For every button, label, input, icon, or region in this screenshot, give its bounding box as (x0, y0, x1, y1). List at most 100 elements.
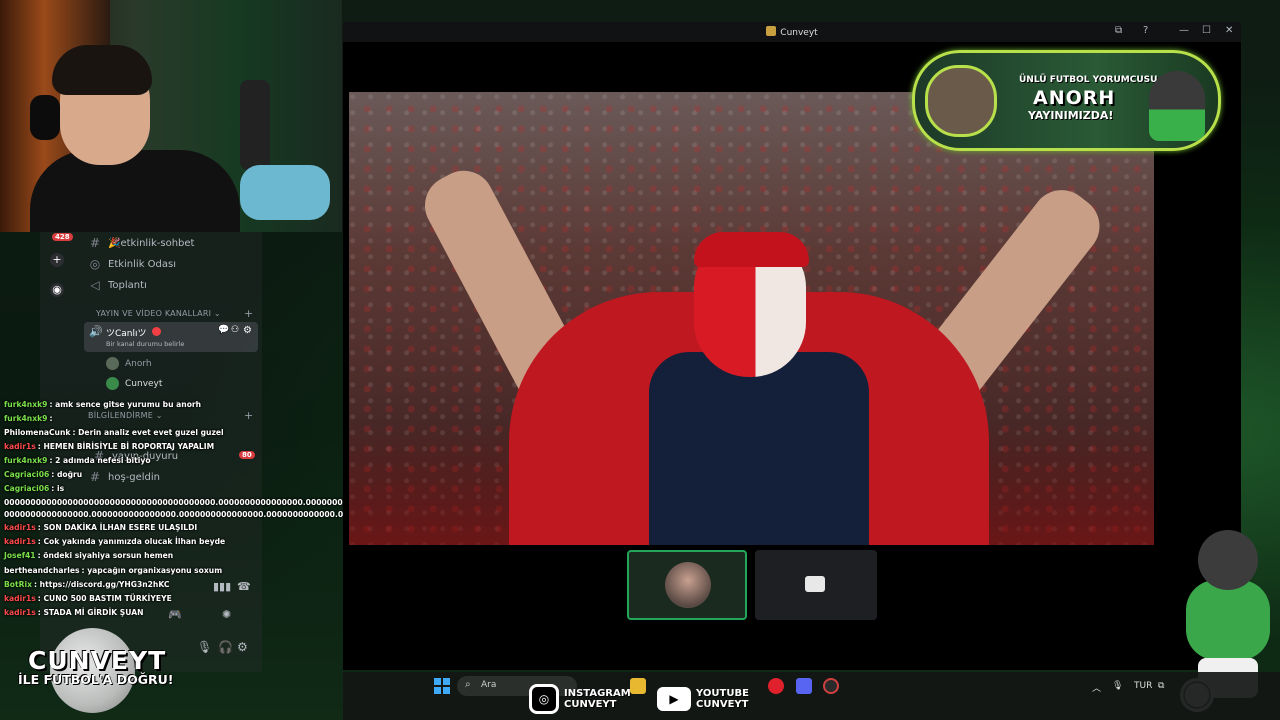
webcam-person-hair (52, 45, 152, 95)
brand-title: CUNVEYT (28, 646, 167, 675)
chat-message: kadir1s: HEMEN BİRİSİYLE Bİ ROPORTAJ YAP… (4, 442, 215, 451)
category-stream-channels[interactable]: YAYIN VE VİDEO KANALLARI ⌄ (96, 309, 221, 318)
gorilla-mascot-icon (1149, 71, 1205, 141)
headphones-icon[interactable]: 🎧 (218, 640, 233, 654)
window-title: Cunveyt (343, 26, 1241, 38)
channel-status-hint[interactable]: Bir kanal durumu belirle (106, 340, 184, 348)
instagram-label: INSTAGRAM CUNVEYT (564, 688, 631, 710)
category-label: YAYIN VE VİDEO KANALLARI (96, 309, 212, 318)
search-icon: ⌕ (465, 679, 471, 690)
add-user-icon[interactable]: ⚇ (231, 325, 239, 335)
avatar (665, 562, 711, 608)
chat-message: kadir1s: CUNO 500 BASTIM TÜRKİYEYE (4, 594, 172, 603)
webcam-pillow (240, 165, 330, 220)
channel-etkinlik-odasi[interactable]: ◎ Etkinlik Odası (88, 255, 176, 273)
chat-message: furk4nxk9: (4, 414, 53, 423)
avatar (106, 357, 119, 370)
promo-line1: ÜNLÜ FUTBOL YORUMCUSU (1019, 75, 1158, 85)
chat-message: Josef41: öndeki siyahiya sorsun hemen (4, 551, 174, 560)
guest-promo-banner: ÜNLÜ FUTBOL YORUMCUSU ANORH YAYINIMIZDA! (912, 50, 1221, 151)
app-avatar-icon (766, 26, 777, 36)
opera-icon[interactable] (768, 678, 784, 694)
discover-icon[interactable]: ◉ (50, 283, 64, 297)
close-button[interactable]: ✕ (1225, 25, 1233, 36)
chat-message: Cagriaci06: is (4, 484, 65, 493)
gear-icon[interactable]: ⚙ (243, 325, 252, 336)
chat-message: 0000000000000000.0000000000000000.000000… (4, 510, 344, 519)
file-explorer-icon[interactable] (630, 678, 646, 694)
chat-message: Cagriaci06: doğru (4, 470, 83, 479)
voice-channel-label: ツCanlıツ (106, 329, 147, 339)
chevron-down-icon: ⌄ (213, 309, 221, 318)
channel-etkinlik-sohbet[interactable]: # 🎉etkinlik-sohbet (88, 234, 195, 252)
chat-message: furk4nxk9: amk sence gitse yurumu bu ano… (4, 400, 202, 409)
brand-subtitle: İLE FUTBOL'A DOĞRU! (18, 672, 174, 687)
avatar (106, 377, 119, 390)
channel-label: Toplantı (108, 279, 147, 291)
instagram-link[interactable]: ◎ INSTAGRAM CUNVEYT (529, 682, 631, 716)
streamer-webcam (0, 0, 342, 232)
participant-tile-camera[interactable] (755, 550, 877, 620)
voice-user-anorh[interactable]: Anorh (106, 357, 152, 370)
microphone-stand (240, 80, 270, 170)
guest-avatar (925, 65, 997, 137)
stream-chat-overlay: furk4nxk9: amk sence gitse yurumu bu ano… (2, 398, 409, 628)
instagram-icon: ◎ (529, 684, 559, 714)
mention-badge: 428 (52, 233, 73, 241)
help-icon[interactable]: ? (1143, 25, 1148, 36)
windows-start-icon[interactable] (434, 678, 450, 694)
youtube-label: YOUTUBE CUNVEYT (696, 688, 749, 710)
soundboard-icon[interactable]: ✺ (222, 608, 231, 621)
chat-message: kadir1s: STADA Mİ GİRDİK ŞUAN (4, 608, 144, 617)
text-channel-icon: # (89, 236, 101, 250)
mascot-jersey (1186, 580, 1270, 660)
participant-tile-active[interactable] (627, 550, 747, 620)
add-server-icon[interactable]: + (50, 253, 64, 267)
live-indicator-icon (152, 327, 161, 336)
mascot-head (1198, 530, 1258, 590)
shared-screen-video[interactable] (349, 92, 1154, 545)
chat-message: PhilomenaCunk: Derin analiz evet evet gu… (4, 428, 224, 437)
window-titlebar[interactable]: Cunveyt ⧉ ? — ☐ ✕ (343, 22, 1241, 42)
microphone-tray-icon[interactable]: 🎙 (1112, 681, 1123, 691)
maximize-button[interactable]: ☐ (1202, 25, 1211, 36)
disconnect-icon[interactable]: ☎ (237, 580, 251, 593)
youtube-link[interactable]: ▶ YOUTUBE CUNVEYT (657, 682, 749, 716)
microphone-icon[interactable]: 🎙 (197, 640, 212, 654)
stage-channel-icon: ◎ (89, 257, 101, 271)
discord-icon[interactable] (796, 678, 812, 694)
voice-channel-icon: ◁ (90, 278, 100, 292)
webcam-person-body (30, 150, 240, 232)
promo-guest-name: ANORH (1033, 87, 1116, 109)
voice-signal-icon[interactable]: ▮▮▮ (213, 580, 231, 593)
chat-message: kadir1s: Cok yakında yanımızda olucak İl… (4, 537, 226, 546)
youtube-icon: ▶ (657, 687, 691, 711)
add-channel-icon[interactable]: + (244, 307, 253, 320)
search-placeholder: Ara (481, 680, 497, 690)
channel-label: 🎉etkinlik-sohbet (108, 237, 195, 249)
chat-message: kadir1s: SON DAKİKA İLHAN ESERE ULAŞILDI (4, 523, 198, 532)
fan-bandana (694, 232, 809, 267)
promo-line3: YAYINIMIZDA! (1028, 109, 1114, 122)
gamepad-icon[interactable]: 🎮 (168, 608, 182, 621)
popout-icon[interactable]: ⧉ (1115, 25, 1122, 36)
gear-icon[interactable]: ⚙ (237, 640, 248, 654)
chat-message: bertheandcharles: yapcağın organixasyonu… (4, 566, 223, 575)
speaker-icon: 🔊 (89, 325, 103, 338)
network-icon[interactable]: ⧉ (1158, 681, 1164, 691)
channel-label: Etkinlik Odası (108, 258, 177, 270)
voice-user-name: Anorh (125, 358, 152, 369)
voice-channel-canli[interactable]: 🔊 ツCanlıツ Bir kanal durumu belirle 💬 ⚇ ⚙ (84, 322, 258, 352)
input-language[interactable]: TUR (1134, 681, 1152, 691)
chat-message: BotRix: https://discord.gg/YHG3n2hKC (4, 580, 170, 589)
channel-toplanti[interactable]: ◁ Toplantı (88, 276, 147, 294)
obs-icon[interactable] (823, 678, 839, 694)
voice-user-cunveyt[interactable]: Cunveyt (106, 377, 162, 390)
chat-message: furk4nxk9: 2 adımda nefesi bitiyo (4, 456, 151, 465)
chat-bubble-icon[interactable]: 💬 (218, 325, 229, 335)
chevron-up-icon[interactable]: ︿ (1092, 681, 1101, 694)
minimize-button[interactable]: — (1179, 25, 1189, 36)
headset-icon (30, 95, 60, 140)
camera-icon (805, 576, 825, 592)
voice-user-name: Cunveyt (125, 378, 163, 389)
